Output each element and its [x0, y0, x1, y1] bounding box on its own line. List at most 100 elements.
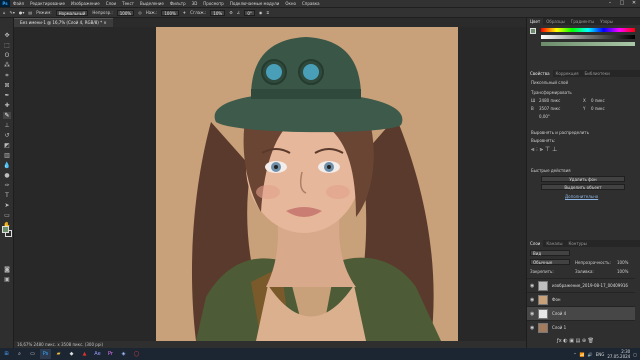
layer-filter-select[interactable]: Вид: [530, 250, 570, 256]
symmetry-icon[interactable]: ⧖: [266, 10, 269, 15]
opacity-field[interactable]: 100%: [116, 9, 135, 16]
brush-settings-icon[interactable]: ▤: [28, 10, 32, 15]
document-tab[interactable]: Без имени-1 @ 16,7% (Слой 4, RGB/8) * ×: [14, 18, 113, 27]
healing-tool-icon[interactable]: ✚: [3, 102, 11, 109]
flow-field[interactable]: 100%: [161, 9, 179, 16]
more-link[interactable]: Дополнительно: [565, 194, 598, 199]
task-view-icon[interactable]: ▭: [27, 349, 38, 359]
brush-tool-icon[interactable]: ✎▾: [10, 10, 15, 15]
tab-color[interactable]: Цвет: [527, 18, 544, 25]
app-icon[interactable]: ◆: [66, 349, 77, 359]
airbrush-icon[interactable]: ✈: [183, 10, 186, 15]
eyedropper-tool-icon[interactable]: ✒: [3, 92, 11, 99]
hue-slider[interactable]: [541, 28, 635, 32]
stamp-tool-icon[interactable]: ⊥: [3, 122, 11, 129]
menu-image[interactable]: Изображение: [68, 1, 103, 6]
photoshop-taskbar-icon[interactable]: Ps: [40, 349, 51, 359]
explorer-icon[interactable]: ▰: [53, 349, 64, 359]
close-tab-icon[interactable]: ×: [103, 20, 106, 25]
volume-icon[interactable]: 🔊: [588, 352, 593, 357]
layer-opacity-field[interactable]: 100%: [617, 260, 628, 265]
tab-paths[interactable]: Контуры: [565, 240, 589, 247]
gradient-tool-icon[interactable]: ▥: [3, 152, 11, 159]
layer-row-selected[interactable]: ◉ Слой 4: [527, 306, 635, 320]
menu-window[interactable]: Окно: [282, 1, 299, 6]
mode-select[interactable]: Нормальный: [55, 9, 89, 16]
angle-field[interactable]: 0,00°: [539, 114, 550, 119]
menu-3d[interactable]: 3D: [189, 1, 201, 6]
tab-adjustments[interactable]: Коррекция: [553, 70, 582, 77]
frame-tool-icon[interactable]: ⊠: [3, 82, 11, 89]
foreground-color-swatch[interactable]: [2, 226, 9, 233]
layer-actions-icons[interactable]: ƒx ◐ ▣ ▤ ⊕ 🗑: [557, 338, 594, 344]
pressure-opacity-icon[interactable]: ◎: [138, 10, 142, 15]
shape-tool-icon[interactable]: ▭: [3, 212, 11, 219]
lasso-tool-icon[interactable]: ʘ: [3, 52, 11, 59]
screen-mode-icon[interactable]: ▣: [3, 276, 11, 283]
move-tool-icon[interactable]: ✥: [3, 32, 11, 39]
menu-help[interactable]: Справка: [299, 1, 323, 6]
select-subject-button[interactable]: Выделить объект: [541, 184, 625, 190]
minimize-icon[interactable]: –: [604, 0, 616, 7]
maximize-icon[interactable]: □: [616, 0, 628, 7]
premiere-icon[interactable]: Pr: [105, 349, 116, 359]
fill-field[interactable]: 100%: [617, 269, 628, 274]
height-field[interactable]: 3507 пикс: [539, 106, 560, 111]
menu-file[interactable]: Файл: [10, 1, 27, 6]
eye-icon[interactable]: ◉: [530, 311, 534, 317]
brush-tool-icon[interactable]: ✎: [3, 112, 11, 119]
saturation-slider[interactable]: [541, 42, 635, 46]
home-icon[interactable]: ⌂: [3, 10, 6, 15]
eye-icon[interactable]: ◉: [530, 325, 534, 331]
windows-start-icon[interactable]: ⊞: [1, 349, 12, 359]
layer-row[interactable]: ◉ Слой 1: [527, 320, 635, 334]
network-icon[interactable]: 📶: [580, 352, 585, 357]
tab-libraries[interactable]: Библиотеки: [582, 70, 613, 77]
menu-type[interactable]: Текст: [119, 1, 137, 6]
crop-tool-icon[interactable]: ⌗: [3, 72, 11, 79]
close-icon[interactable]: ✕: [628, 0, 640, 7]
blur-tool-icon[interactable]: 💧: [3, 162, 11, 169]
eye-icon[interactable]: ◉: [530, 283, 534, 289]
type-tool-icon[interactable]: T: [3, 192, 11, 199]
menu-filter[interactable]: Фильтр: [167, 1, 189, 6]
pen-tool-icon[interactable]: ✑: [3, 182, 11, 189]
x-field[interactable]: 0 пикс: [591, 98, 605, 103]
app-icon[interactable]: ▲: [79, 349, 90, 359]
photoshop-logo[interactable]: Ps: [0, 0, 10, 7]
brush-preset-icon[interactable]: ●▾: [19, 10, 25, 15]
tab-swatches[interactable]: Образцы: [543, 18, 568, 25]
menu-select[interactable]: Выделение: [137, 1, 167, 6]
eraser-tool-icon[interactable]: ◩: [3, 142, 11, 149]
dodge-tool-icon[interactable]: ●: [3, 172, 11, 179]
tab-channels[interactable]: Каналы: [543, 240, 565, 247]
clock[interactable]: 2:30 27.05.2024: [607, 349, 630, 359]
menu-plugins[interactable]: Подключаемые модули: [227, 1, 283, 6]
layer-row[interactable]: ◉ Фон: [527, 292, 635, 306]
y-field[interactable]: 0 пикс: [591, 106, 605, 111]
quick-mask-icon[interactable]: ◙: [3, 266, 11, 273]
artboard[interactable]: [156, 27, 458, 341]
history-brush-icon[interactable]: ↺: [3, 132, 11, 139]
tab-layers[interactable]: Слои: [527, 240, 544, 247]
canvas-area[interactable]: [14, 27, 526, 341]
language-indicator[interactable]: ENG: [596, 352, 605, 357]
panel-fg-swatch[interactable]: [530, 28, 536, 34]
notifications-icon[interactable]: ▢: [633, 352, 637, 357]
path-select-tool-icon[interactable]: ➤: [3, 202, 11, 209]
marquee-tool-icon[interactable]: ⬚: [3, 42, 11, 49]
menu-edit[interactable]: Редактирование: [27, 1, 68, 6]
quick-select-tool-icon[interactable]: ⁂: [3, 62, 11, 69]
menu-view[interactable]: Просмотр: [200, 1, 227, 6]
opera-icon[interactable]: ◯: [131, 349, 142, 359]
angle-icon[interactable]: ∠: [237, 10, 241, 15]
tray-arrow-icon[interactable]: ⌃: [573, 352, 576, 357]
layer-row[interactable]: ◉ изображение_2019-08-17_00409916: [527, 278, 635, 292]
app-icon[interactable]: ◈: [118, 349, 129, 359]
remove-bg-button[interactable]: Удалить фон: [541, 176, 625, 182]
blend-mode-select[interactable]: Обычные: [530, 259, 570, 265]
tab-properties[interactable]: Свойства: [527, 70, 553, 77]
tab-gradients[interactable]: Градиенты: [568, 18, 597, 25]
menu-layers[interactable]: Слои: [103, 1, 119, 6]
smoothing-field[interactable]: 10%: [210, 9, 226, 16]
